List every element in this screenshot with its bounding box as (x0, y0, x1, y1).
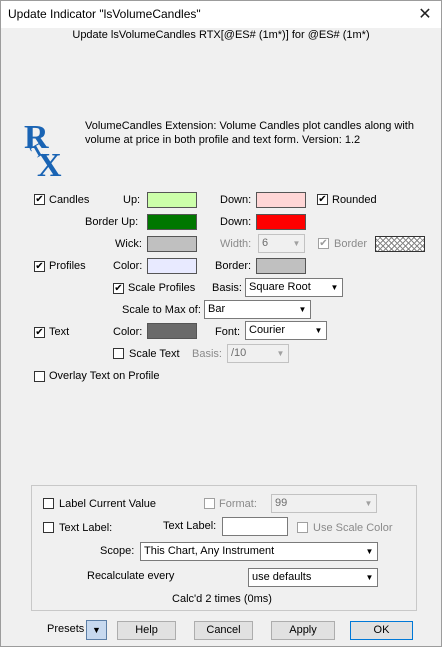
help-button[interactable]: Help (117, 621, 176, 640)
text-label-input[interactable] (222, 517, 288, 536)
text-label-checkbox[interactable] (43, 522, 54, 533)
border-down-color-swatch[interactable] (256, 214, 306, 230)
chevron-down-icon: ▼ (365, 573, 374, 582)
candles-checkbox[interactable]: ✔ (34, 194, 45, 205)
format-select[interactable]: 99 ▼ (271, 494, 377, 513)
chevron-down-icon: ▼ (292, 239, 301, 248)
profile-border-color-swatch[interactable] (256, 258, 306, 274)
use-scale-color-label: Use Scale Color (313, 522, 393, 534)
text-checkbox[interactable]: ✔ (34, 327, 45, 338)
candle-up-label: Up: (123, 194, 141, 206)
cancel-button[interactable]: Cancel (194, 621, 253, 640)
profiles-checkbox[interactable]: ✔ (34, 261, 45, 272)
recalculate-label: Recalculate every (87, 570, 175, 582)
width-label: Width: (220, 238, 252, 250)
basis-label: Basis: (212, 282, 242, 294)
scale-profiles-label: Scale Profiles (128, 282, 196, 294)
recalculate-value: use defaults (252, 571, 312, 583)
border-up-color-swatch[interactable] (147, 214, 197, 230)
width-value: 6 (262, 237, 269, 249)
border-down-label: Down: (220, 216, 252, 228)
scope-value: This Chart, Any Instrument (144, 545, 275, 557)
border-up-label: Border Up: (85, 216, 139, 228)
format-label: Format: (219, 498, 257, 510)
scale-to-max-value: Bar (208, 303, 226, 315)
candle-down-color-swatch[interactable] (256, 192, 306, 208)
text-basis-select[interactable]: /10 ▼ (227, 344, 289, 363)
presets-dropdown-button[interactable]: ▼ (86, 620, 107, 640)
wick-label: Wick: (115, 238, 142, 250)
chevron-down-icon: ▼ (330, 283, 339, 292)
scope-select[interactable]: This Chart, Any Instrument ▼ (140, 542, 378, 561)
candle-up-color-swatch[interactable] (147, 192, 197, 208)
format-checkbox[interactable] (204, 498, 215, 509)
dialog-subtitle: Update lsVolumeCandles RTX[@ES# (1m*)] f… (72, 29, 370, 41)
format-value: 99 (275, 497, 288, 509)
font-value: Courier (249, 324, 286, 336)
profile-color-label: Color: (113, 260, 143, 272)
text-basis-value: /10 (231, 347, 247, 359)
chevron-down-icon: ▼ (298, 305, 307, 314)
rounded-checkbox[interactable]: ✔ (317, 194, 328, 205)
presets-label: Presets (47, 623, 85, 635)
basis-value: Square Root (249, 281, 311, 293)
scale-to-max-label: Scale to Max of: (122, 304, 201, 316)
font-label: Font: (215, 326, 241, 338)
calc-status: Calc'd 2 times (0ms) (172, 593, 272, 605)
scale-to-max-select[interactable]: Bar ▼ (204, 300, 311, 319)
use-scale-color-checkbox[interactable] (297, 522, 308, 533)
label-current-value-label: Label Current Value (59, 498, 157, 510)
wick-color-swatch[interactable] (147, 236, 197, 252)
profile-border-label: Border: (215, 260, 252, 272)
recalculate-select[interactable]: use defaults ▼ (248, 568, 378, 587)
border-checkbox[interactable]: ✔ (318, 238, 329, 249)
scale-profiles-checkbox[interactable]: ✔ (113, 283, 124, 294)
chevron-down-icon: ▼ (364, 499, 373, 508)
scale-text-label: Scale Text (129, 348, 180, 360)
rounded-label: Rounded (332, 194, 377, 206)
text-label-check-label: Text Label: (59, 522, 113, 534)
indicator-description: VolumeCandles Extension: Volume Candles … (85, 120, 414, 146)
border-label: Border (334, 238, 368, 250)
close-icon[interactable]: ✕ (415, 4, 435, 24)
rtx-logo-icon: R X T (24, 119, 62, 178)
ok-button[interactable]: OK (350, 621, 413, 640)
text-color-label: Color: (113, 326, 143, 338)
profile-color-swatch[interactable] (147, 258, 197, 274)
scale-text-checkbox[interactable] (113, 348, 124, 359)
chevron-down-icon: ▼ (276, 349, 285, 358)
label-current-value-checkbox[interactable] (43, 498, 54, 509)
text-label-field-label: Text Label: (163, 520, 217, 532)
dialog-window: Update Indicator "lsVolumeCandles" ✕ Upd… (0, 0, 442, 647)
text-basis-label: Basis: (192, 348, 222, 360)
basis-select[interactable]: Square Root ▼ (245, 278, 343, 297)
scope-label: Scope: (100, 545, 135, 557)
overlay-text-checkbox[interactable] (34, 371, 45, 382)
title-bar: Update Indicator "lsVolumeCandles" ✕ (1, 1, 441, 28)
apply-button[interactable]: Apply (271, 621, 335, 640)
font-select[interactable]: Courier ▼ (245, 321, 327, 340)
chevron-down-icon: ▼ (92, 625, 101, 635)
candle-down-label: Down: (220, 194, 252, 206)
overlay-text-label: Overlay Text on Profile (49, 370, 160, 382)
chevron-down-icon: ▼ (365, 547, 374, 556)
chevron-down-icon: ▼ (314, 326, 323, 335)
text-color-swatch[interactable] (147, 323, 197, 339)
candles-label: Candles (49, 194, 90, 206)
window-title: Update Indicator "lsVolumeCandles" (8, 7, 201, 21)
border-hatch-swatch[interactable] (375, 236, 425, 252)
width-select[interactable]: 6 ▼ (258, 234, 305, 253)
profiles-label: Profiles (49, 260, 86, 272)
text-label: Text (49, 326, 70, 338)
